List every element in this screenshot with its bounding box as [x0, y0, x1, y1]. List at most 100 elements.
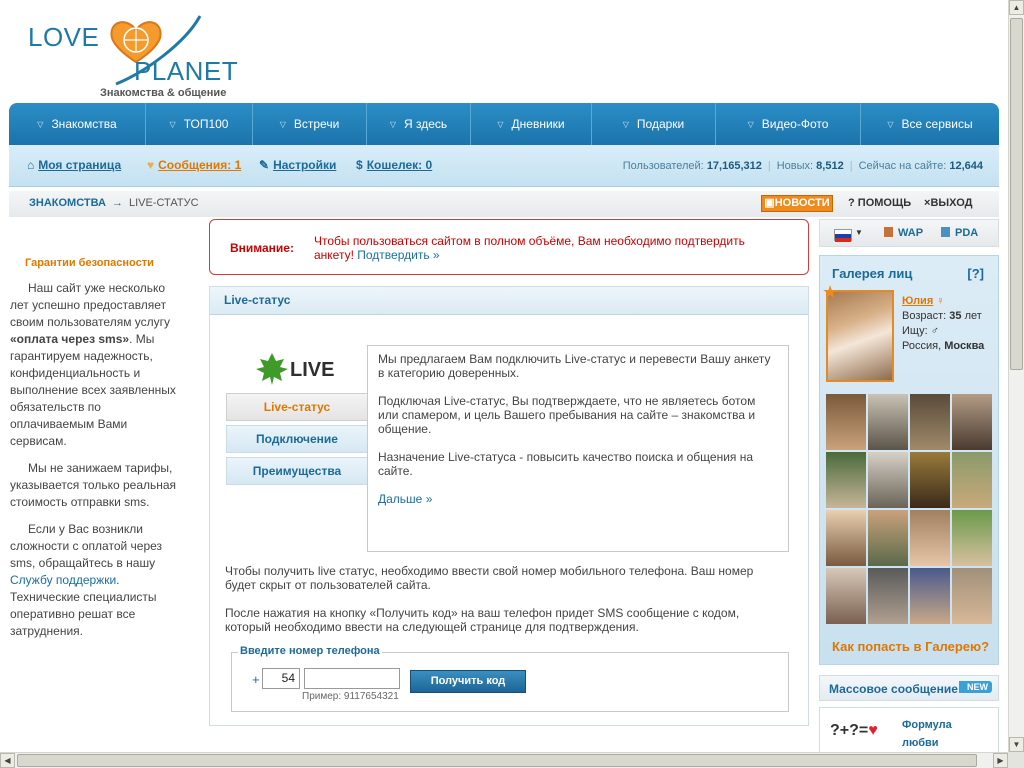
scroll-left-button[interactable]: ◀: [0, 753, 15, 768]
gallery-grid: [826, 394, 994, 624]
security-guarantees: Гарантии безопасности Наш сайт уже неско…: [10, 255, 180, 650]
phone-hint: Пример: 9117654321: [302, 691, 399, 702]
how-to-join-gallery-link[interactable]: Как попасть в Галерею?: [832, 639, 989, 654]
gallery-photo[interactable]: [868, 394, 908, 450]
security-text-2: Мы не занижаем тарифы, указывается тольк…: [10, 461, 177, 509]
vertical-scrollbar[interactable]: ▲ ▼: [1008, 0, 1024, 752]
exit-link[interactable]: ×ВЫХОД: [924, 197, 972, 209]
nav-item-all-services[interactable]: ▽ Все сервисы: [861, 103, 999, 145]
gallery-photo[interactable]: [826, 394, 866, 450]
gallery-photo[interactable]: [952, 394, 992, 450]
news-icon: ▣: [764, 197, 775, 209]
gallery-help-link[interactable]: [?]: [967, 266, 984, 281]
my-page-link[interactable]: ⌂ Моя страница: [27, 158, 121, 172]
phone-instructions: Чтобы получить live статус, необходимо в…: [225, 564, 754, 592]
heart-icon: ♥: [868, 722, 878, 739]
male-icon: ♂: [930, 325, 939, 337]
logo-love: LOVE: [28, 22, 100, 52]
nav-item-meetings[interactable]: ▽ Встречи: [253, 103, 367, 145]
gallery-photo[interactable]: [952, 510, 992, 566]
maple-leaf-icon: [256, 353, 288, 385]
main-nav: ▽ Знакомства ▽ ТОП100 ▽ Встречи ▽ Я здесь ▽ Д…: [9, 103, 999, 145]
help-link[interactable]: ? ПОМОЩЬ: [848, 197, 911, 209]
news-button[interactable]: ▣НОВОСТИ: [761, 195, 833, 212]
gallery-photo[interactable]: [868, 510, 908, 566]
horizontal-scroll-thumb[interactable]: [17, 754, 977, 767]
gallery-photo[interactable]: [952, 452, 992, 508]
nav-item-gifts[interactable]: ▽ Подарки: [592, 103, 716, 145]
gallery-photo[interactable]: [826, 510, 866, 566]
wap-link[interactable]: WAP: [884, 227, 923, 239]
site-logo[interactable]: LOVE PLANET Знакомства & общение: [28, 10, 248, 102]
browser-viewport: LOVE PLANET Знакомства & общение ▽ Знаком…: [0, 0, 1008, 752]
featured-photo[interactable]: [826, 290, 894, 382]
chevron-down-icon[interactable]: ▼: [855, 228, 863, 237]
gallery-photo[interactable]: [868, 568, 908, 624]
country-code-field[interactable]: 54: [262, 668, 300, 689]
mass-message-link[interactable]: Массовое сообщение NEW: [819, 675, 999, 701]
gallery-photo[interactable]: [826, 568, 866, 624]
triangle-down-icon: ▽: [747, 119, 754, 129]
tab-connection[interactable]: Подключение: [226, 425, 368, 453]
security-title: Гарантии безопасности: [25, 257, 154, 269]
face-gallery: Галерея лиц [?] ★ Юлия ♀ Возраст: 35 лет…: [819, 255, 999, 665]
phone-legend: Введите номер телефона: [238, 645, 382, 657]
nav-item-im-here[interactable]: ▽ Я здесь: [367, 103, 471, 145]
scroll-up-button[interactable]: ▲: [1009, 0, 1024, 15]
pda-link[interactable]: PDA: [941, 227, 978, 239]
messages-link[interactable]: ♥ Сообщения: 1: [147, 158, 241, 172]
get-code-button[interactable]: Получить код: [410, 670, 526, 693]
love-formula[interactable]: ?+?=♥ Формула любви: [819, 707, 999, 752]
new-badge: NEW: [959, 681, 992, 693]
nav-item-top100[interactable]: ▽ ТОП100: [146, 103, 253, 145]
heart-icon: ♥: [147, 158, 155, 172]
gallery-photo[interactable]: [952, 568, 992, 624]
wallet-link[interactable]: $ Кошелек: 0: [356, 158, 432, 172]
star-icon: ★: [822, 282, 839, 302]
logo-planet: PLANET: [134, 56, 239, 86]
tab-advantages[interactable]: Преимущества: [226, 457, 368, 485]
support-link[interactable]: Службу поддержки: [10, 573, 116, 587]
version-bar: ▼ WAP PDA: [819, 219, 999, 247]
pda-icon: [941, 227, 950, 237]
live-status-panel: Live-статус LIVE Live-статус Подключение…: [209, 286, 809, 726]
triangle-down-icon: ▽: [37, 119, 44, 129]
warning-alert: Внимание: Чтобы пользоваться сайтом в по…: [209, 219, 809, 275]
gallery-photo[interactable]: [910, 510, 950, 566]
plus-sign: +: [252, 672, 260, 687]
live-status-info: Мы предлагаем Вам подключить Live-статус…: [367, 345, 789, 552]
formula-symbols: ?+?=♥: [830, 722, 878, 739]
russia-flag-icon[interactable]: [834, 229, 852, 242]
gallery-photo[interactable]: [910, 568, 950, 624]
home-icon: ⌂: [27, 158, 35, 172]
tab-live-status[interactable]: Live-статус: [226, 393, 368, 421]
wrench-icon: ✎: [259, 158, 270, 172]
gallery-photo[interactable]: [868, 452, 908, 508]
panel-title: Live-статус: [210, 287, 808, 315]
confirm-link[interactable]: Подтвердить »: [357, 248, 439, 262]
nav-item-video-photo[interactable]: ▽ Видео-Фото: [716, 103, 861, 145]
site-stats: Пользователей: 17,165,312 | Новых: 8,512 | С…: [622, 160, 983, 172]
featured-name[interactable]: Юлия: [902, 295, 933, 307]
code-instructions: После нажатия на кнопку «Получить код» н…: [225, 606, 740, 634]
nav-item-dating[interactable]: ▽ Знакомства: [9, 103, 146, 145]
gallery-photo[interactable]: [826, 452, 866, 508]
more-link[interactable]: Дальше »: [378, 492, 432, 506]
settings-link[interactable]: ✎ Настройки: [259, 158, 336, 172]
question-icon: ?: [848, 197, 855, 209]
phone-number-field[interactable]: [304, 668, 400, 689]
scroll-right-button[interactable]: ▶: [993, 753, 1008, 768]
alert-title: Внимание:: [230, 241, 294, 255]
female-icon: ♀: [936, 295, 945, 307]
breadcrumb-root[interactable]: ЗНАКОМСТВА: [29, 197, 106, 209]
scroll-down-button[interactable]: ▼: [1009, 737, 1024, 752]
arrow-right-icon: →: [111, 197, 123, 209]
gallery-photo[interactable]: [910, 394, 950, 450]
vertical-scroll-thumb[interactable]: [1010, 18, 1023, 370]
featured-info: Юлия ♀ Возраст: 35 лет Ищу: ♂ Россия, Мо…: [902, 295, 985, 352]
breadcrumb: ЗНАКОМСТВА → LIVE-СТАТУС: [29, 197, 199, 209]
triangle-down-icon: ▽: [622, 119, 629, 129]
gallery-photo[interactable]: [910, 452, 950, 508]
nav-item-diaries[interactable]: ▽ Дневники: [471, 103, 592, 145]
horizontal-scrollbar[interactable]: ◀ ▶: [0, 752, 1008, 768]
